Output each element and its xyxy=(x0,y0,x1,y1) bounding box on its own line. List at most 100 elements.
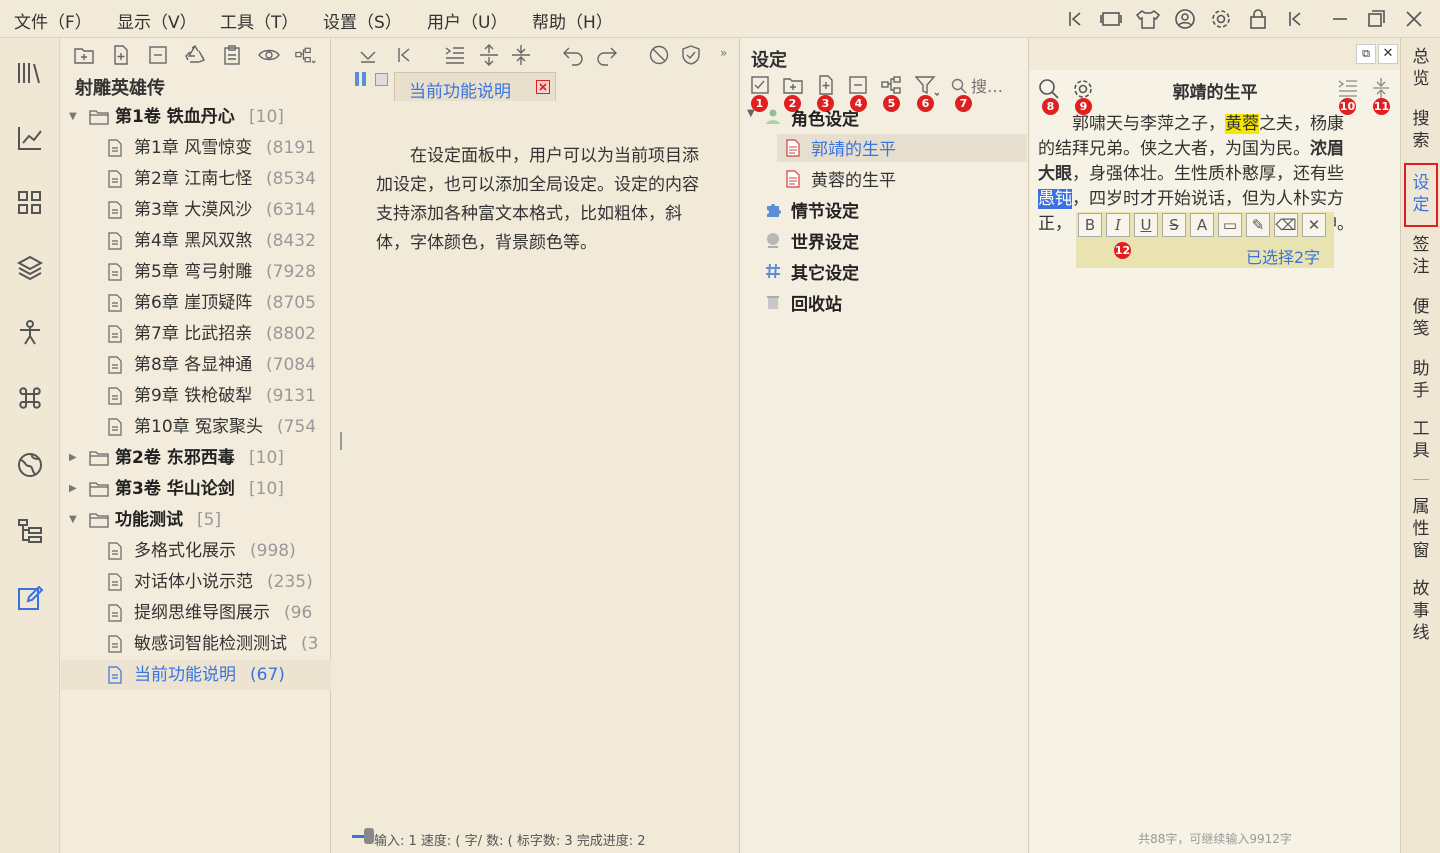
compress-icon[interactable] xyxy=(1371,76,1391,100)
ban-icon[interactable] xyxy=(648,44,670,66)
statistics-chart-icon[interactable] xyxy=(15,123,45,153)
group-expand-icon[interactable]: ▼ xyxy=(747,108,755,119)
world-globe-icon[interactable] xyxy=(15,450,45,480)
chapter-row[interactable]: 第8章 各显神通 (7084 xyxy=(61,350,331,380)
add-file-icon[interactable] xyxy=(817,75,835,95)
indent-icon[interactable] xyxy=(444,44,466,66)
edit-document-icon[interactable] xyxy=(15,583,45,613)
background-color-icon[interactable]: ▭ xyxy=(1218,213,1242,237)
chapter-row[interactable]: 第1章 风雪惊变 (8191 xyxy=(61,133,331,163)
chapter-row[interactable]: 第3章 大漠风沙 (6314 xyxy=(61,195,331,225)
rightbar-tools[interactable]: 工具 xyxy=(1409,418,1433,462)
new-folder-icon[interactable] xyxy=(73,44,95,66)
maximize-icon[interactable] xyxy=(1366,9,1386,29)
float-window-icon[interactable]: ⧉ xyxy=(1356,44,1376,64)
settings-group-recycle[interactable]: 回收站 xyxy=(791,290,842,315)
clear-format-icon[interactable]: ✕ xyxy=(1302,213,1326,237)
menu-user[interactable]: 用户（U） xyxy=(427,8,507,33)
command-icon[interactable] xyxy=(15,383,45,413)
volume-row[interactable]: ▶ 第2卷 东邪西毒 [10] xyxy=(61,443,331,473)
settings-group-plot[interactable]: 情节设定 xyxy=(791,197,859,222)
chapter-row[interactable]: 多格式化展示 (998) xyxy=(61,536,331,566)
minimize-icon[interactable] xyxy=(1330,10,1350,28)
settings-group-world[interactable]: 世界设定 xyxy=(791,228,859,253)
rightbar-annotations[interactable]: 签注 xyxy=(1409,234,1433,278)
menu-settings[interactable]: 设置（S） xyxy=(323,8,402,33)
collapsed-arrow-icon[interactable]: ▶ xyxy=(69,474,77,504)
rightbar-search[interactable]: 搜索 xyxy=(1409,108,1433,152)
collapsed-arrow-icon[interactable]: ▶ xyxy=(69,443,77,473)
menu-view[interactable]: 显示（V） xyxy=(117,8,197,33)
pause-icon[interactable] xyxy=(355,72,367,86)
settings-group-other[interactable]: 其它设定 xyxy=(791,259,859,284)
italic-button[interactable]: I xyxy=(1106,213,1130,237)
expanded-arrow-icon[interactable]: ▼ xyxy=(69,505,77,535)
more-chevron-icon[interactable]: » xyxy=(720,46,727,60)
mindmap-dropdown-icon[interactable] xyxy=(295,44,317,66)
font-color-icon[interactable]: A xyxy=(1190,213,1214,237)
focus-mode-icon[interactable] xyxy=(1100,10,1122,28)
shield-check-icon[interactable] xyxy=(680,44,702,66)
stop-icon[interactable] xyxy=(375,73,388,86)
panel-close-icon[interactable]: ✕ xyxy=(1378,44,1398,64)
redo-icon[interactable] xyxy=(596,44,618,66)
volume-row[interactable]: ▼ 第1卷 铁血丹心 [10] xyxy=(61,102,331,132)
compress-spacing-icon[interactable] xyxy=(510,43,532,67)
chapter-row[interactable]: 第7章 比武招亲 (8802 xyxy=(61,319,331,349)
settings-item-guojing[interactable]: 郭靖的生平 xyxy=(811,135,896,160)
volume-row[interactable]: ▶ 第3卷 华山论剑 [10] xyxy=(61,474,331,504)
chapter-row[interactable]: 对话体小说示范 (235) xyxy=(61,567,331,597)
eye-icon[interactable] xyxy=(258,44,280,66)
grid-apps-icon[interactable] xyxy=(15,188,45,218)
settings-group-character[interactable]: 角色设定 xyxy=(791,105,859,130)
settings-item-huangrong[interactable]: 黄蓉的生平 xyxy=(811,166,896,191)
chapter-row[interactable]: 第2章 江南七怪 (8534 xyxy=(61,164,331,194)
rightbar-storyline[interactable]: 故事线 xyxy=(1409,578,1433,644)
mindmap-icon[interactable] xyxy=(881,75,903,95)
volume-row[interactable]: ▼ 功能测试 [5] xyxy=(61,505,331,535)
remove-item-icon[interactable] xyxy=(147,44,169,66)
filter-icon[interactable] xyxy=(915,75,939,97)
highlight-pen-icon[interactable]: ✎ xyxy=(1246,213,1270,237)
library-icon[interactable] xyxy=(15,58,45,88)
rightbar-properties[interactable]: 属性窗 xyxy=(1409,496,1433,562)
close-icon[interactable] xyxy=(1404,9,1424,29)
search-icon[interactable] xyxy=(951,78,967,94)
progress-slider[interactable] xyxy=(352,828,374,844)
chapter-row[interactable]: 提纲思维导图展示 (96 xyxy=(61,598,331,628)
tab-close-icon[interactable] xyxy=(536,80,550,94)
expand-down-icon[interactable] xyxy=(358,44,378,66)
collapse-left-icon-2[interactable] xyxy=(1286,10,1304,28)
chapter-row[interactable]: 第9章 铁枪破犁 (9131 xyxy=(61,381,331,411)
outline-tree-icon[interactable] xyxy=(15,516,45,546)
bold-button[interactable]: B xyxy=(1078,213,1102,237)
underline-button[interactable]: U xyxy=(1134,213,1158,237)
layers-icon[interactable] xyxy=(15,253,45,283)
character-figure-icon[interactable] xyxy=(15,318,45,348)
collapse-left-icon[interactable] xyxy=(1066,10,1084,28)
chapter-row[interactable]: 当前功能说明 (67) xyxy=(61,660,331,690)
theme-shirt-icon[interactable] xyxy=(1136,8,1162,30)
eraser-icon[interactable]: ⌫ xyxy=(1274,213,1298,237)
chapter-row[interactable]: 第5章 弯弓射雕 (7928 xyxy=(61,257,331,287)
rightbar-notes[interactable]: 便笺 xyxy=(1409,296,1433,340)
rightbar-settings[interactable]: 设定 xyxy=(1409,172,1433,216)
strikethrough-button[interactable]: S xyxy=(1162,213,1186,237)
check-all-icon[interactable] xyxy=(751,76,769,94)
settings-search-input[interactable] xyxy=(971,74,1023,98)
chapter-row[interactable]: 第10章 冤家聚头 (754 xyxy=(61,412,331,442)
editor-body[interactable]: 在设定面板中，用户可以为当前项目添加设定，也可以添加全局设定。设定的内容支持添加… xyxy=(376,142,702,258)
undo-icon[interactable] xyxy=(562,44,584,66)
clipboard-icon[interactable] xyxy=(221,44,243,66)
rightbar-assistant[interactable]: 助手 xyxy=(1409,358,1433,402)
menu-help[interactable]: 帮助（H） xyxy=(532,8,613,33)
chapter-row[interactable]: 第6章 崖顶疑阵 (8705 xyxy=(61,288,331,318)
chapter-row[interactable]: 敏感词智能检测测试 (3 xyxy=(61,629,331,659)
menu-tools[interactable]: 工具（T） xyxy=(220,8,298,33)
gear-icon[interactable] xyxy=(1210,8,1232,30)
menu-file[interactable]: 文件（F） xyxy=(14,8,92,33)
add-folder-icon[interactable] xyxy=(783,76,803,94)
rightbar-overview[interactable]: 总览 xyxy=(1409,46,1433,90)
expanded-arrow-icon[interactable]: ▼ xyxy=(69,102,77,132)
indent-icon-2[interactable] xyxy=(1337,78,1359,98)
